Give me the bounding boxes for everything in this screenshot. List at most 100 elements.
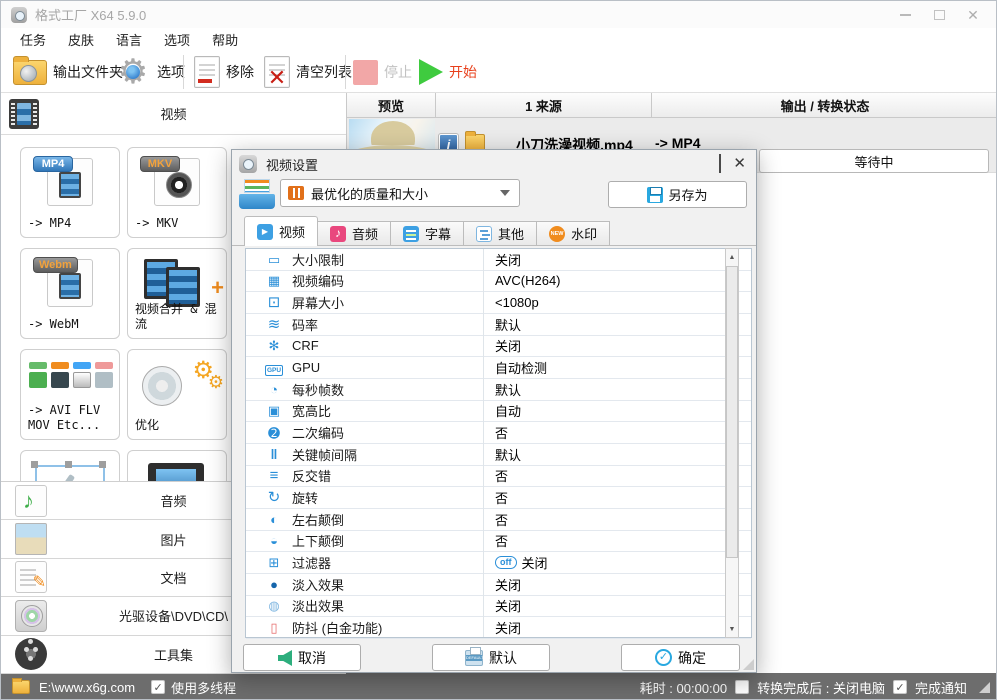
settings-row[interactable]: 关键帧间隔 默认 [246,444,751,466]
multithread-checkbox[interactable] [151,680,166,694]
settings-row[interactable]: 淡出效果 关闭 [246,596,751,618]
menu-item[interactable]: 帮助 [201,27,249,52]
format-card[interactable]: + ⚙⚙ MP4 -> MP4 [20,147,120,238]
setting-value: AVC(H264) [495,273,561,289]
settings-row[interactable]: 防抖 (白金功能) 关闭 [246,617,751,639]
tab-icon [257,223,273,240]
dialog-tab[interactable]: 视频 [244,216,319,246]
settings-row[interactable]: 码率 默认 [246,314,751,336]
start-button[interactable]: 开始 [419,51,477,93]
format-card-icon: + ⚙⚙ [128,257,226,307]
setting-icon [265,468,283,483]
menu-item[interactable]: 任务 [9,27,57,52]
maximize-button[interactable] [926,5,952,25]
tab-icon [403,225,420,242]
menu-item[interactable]: 语言 [105,27,153,52]
clear-list-button[interactable]: 清空列表 [264,51,352,93]
format-card-label: -> WebM [28,317,79,332]
dialog-tab[interactable]: 音频 [318,221,392,246]
dialog-maximize-button[interactable] [719,154,722,173]
settings-row[interactable]: 视频编码 AVC(H264) [246,271,751,293]
format-card-label: -> MP4 [28,216,72,231]
settings-row[interactable]: 旋转 否 [246,487,751,509]
scroll-down-icon[interactable]: ▼ [726,621,738,637]
setting-value: 默认 [495,317,522,333]
save-as-button[interactable]: 另存为 [608,181,747,208]
setting-icon [265,317,283,332]
options-button[interactable]: ⚙ 选项 [115,51,185,93]
profile-value: 最优化的质量和大小 [311,186,429,202]
menu-bar: 任务 皮肤 语言 选项 帮助 [1,28,996,51]
format-card[interactable]: + ⚙⚙ Webm -> WebM [20,248,120,339]
settings-row[interactable]: 反交错 否 [246,466,751,488]
dialog-tab[interactable]: 水印 [537,221,611,246]
play-icon [419,59,443,85]
settings-row[interactable]: 上下颠倒 否 [246,531,751,553]
tab-label: 字幕 [425,227,452,242]
setting-label: 反交错 [292,469,332,485]
shutdown-checkbox[interactable] [735,680,750,694]
stop-label: 停止 [384,64,412,80]
settings-row[interactable]: 二次编码 否 [246,422,751,444]
tab-icon [476,225,493,242]
settings-row[interactable]: 屏幕大小 <1080p [246,292,751,314]
setting-label: 过滤器 [292,556,332,572]
format-card[interactable]: + ⚙⚙ -> AVI FLV MOV Etc... [20,349,120,440]
resize-grip[interactable] [979,681,990,693]
format-card[interactable]: + ⚙⚙ 视频合并 & 混流 [127,248,227,339]
clear-list-icon [264,56,290,91]
setting-value: 关闭 [495,577,522,593]
off-badge: off [495,556,517,570]
settings-row[interactable]: 左右颠倒 否 [246,509,751,531]
dialog-resize-grip[interactable] [743,659,754,670]
minimize-button[interactable] [892,5,918,25]
menu-item[interactable]: 皮肤 [57,27,105,52]
dialog-tab[interactable]: 其他 [464,221,538,246]
setting-value: 否 [495,426,509,442]
settings-scrollbar[interactable]: ▲ ▼ [725,248,739,638]
app-window: 格式工厂 X64 5.9.0 ✕ 任务 皮肤 语言 选项 帮助 输出文件夹 ⚙ 选项 移… [0,0,997,700]
output-folder-button[interactable]: 输出文件夹 [13,51,123,93]
close-button[interactable]: ✕ [960,5,986,25]
settings-row[interactable]: 每秒帧数 默认 [246,379,751,401]
output-path[interactable]: E:\www.x6g.com [39,680,135,695]
default-button[interactable]: 默认 [432,644,550,671]
output-path-folder-icon[interactable] [12,678,30,694]
menu-item[interactable]: 选项 [153,27,201,52]
remove-button[interactable]: 移除 [194,51,254,93]
settings-row[interactable]: 过滤器 off 关闭 [246,552,751,574]
quality-profile-select[interactable]: 最优化的质量和大小 [280,179,520,207]
setting-value: 自动 [495,404,522,420]
scrollbar-thumb[interactable] [726,266,738,558]
setting-label: 屏幕大小 [292,296,345,312]
settings-row[interactable]: 淡入效果 关闭 [246,574,751,596]
setting-icon [265,556,283,569]
profile-film-icon [288,186,304,200]
ok-button[interactable]: 确定 [621,644,740,671]
queue-header: 预览 1 来源 输出 / 转换状态 [347,93,996,118]
settings-row[interactable]: CRF 关闭 [246,336,751,358]
gear-icon: ⚙ [115,54,151,90]
format-card[interactable]: + ⚙⚙ MKV -> MKV [127,147,227,238]
cancel-label: 取消 [298,649,326,666]
notify-checkbox[interactable] [892,680,907,694]
settings-row[interactable]: GPU 自动检测 [246,357,751,379]
output-folder-label: 输出文件夹 [53,64,123,80]
dialog-title-bar: 视频设置 ✕ [232,150,756,178]
format-card[interactable]: + ⚙⚙ 优化 [127,349,227,440]
dialog-close-button[interactable]: ✕ [733,155,746,173]
settings-row[interactable]: 宽高比 自动 [246,401,751,423]
app-icon [11,6,27,23]
sidebar-section-video[interactable]: 视频 [1,93,346,135]
cancel-button[interactable]: 取消 [243,644,361,671]
shutdown-label: 转换完成后 : 关闭电脑 [757,680,885,696]
scroll-up-icon[interactable]: ▲ [726,249,738,265]
settings-row[interactable]: 大小限制 关闭 [246,249,751,271]
setting-label: CRF [292,338,319,354]
setting-value: 关闭 [521,556,548,572]
setting-icon [265,361,283,375]
profile-tray-icon [239,179,275,209]
setting-label: 视频编码 [292,274,345,290]
setting-label: 旋转 [292,491,319,507]
dialog-tab[interactable]: 字幕 [391,221,465,246]
